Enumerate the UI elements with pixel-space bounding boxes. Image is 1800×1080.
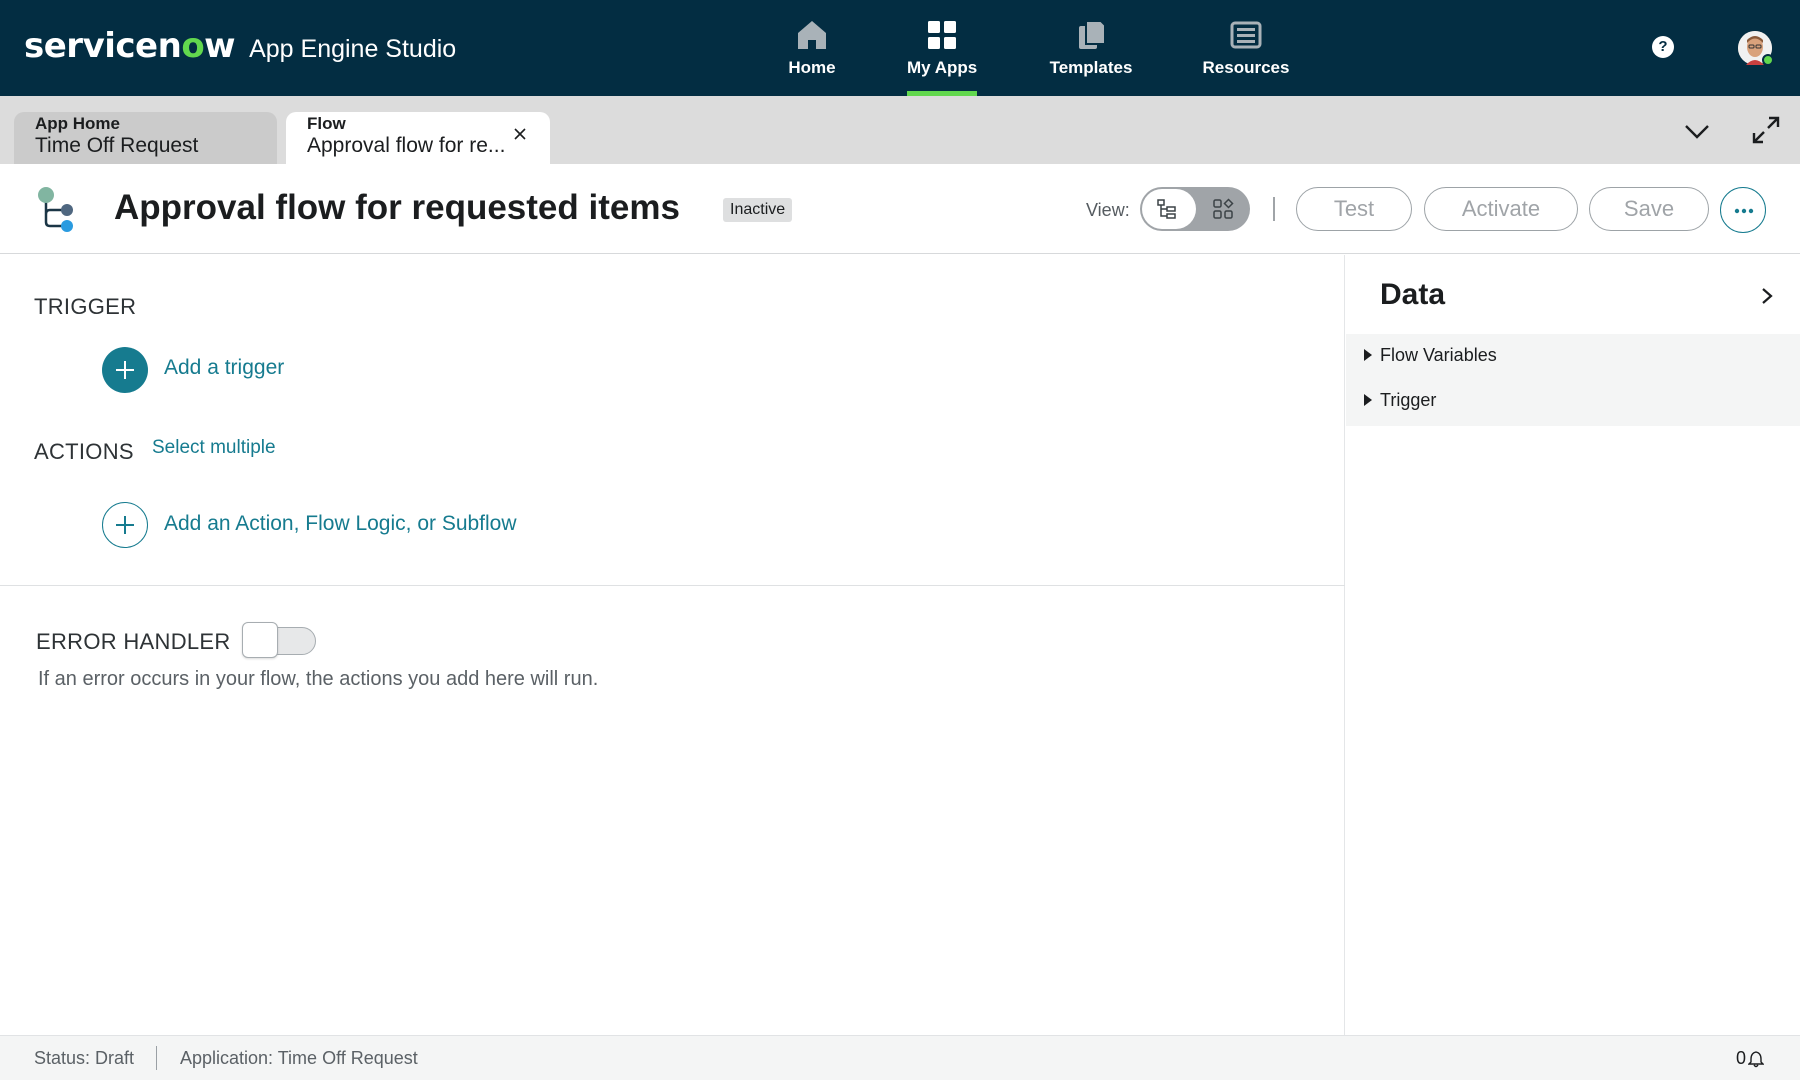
plus-icon bbox=[116, 516, 134, 534]
documents-icon bbox=[1079, 20, 1106, 49]
nav-home[interactable]: Home bbox=[770, 0, 854, 96]
grid-icon bbox=[928, 21, 956, 49]
test-button[interactable]: Test bbox=[1296, 187, 1412, 231]
tree-item-trigger[interactable]: Trigger bbox=[1364, 387, 1436, 413]
tab-flow[interactable]: Flow Approval flow for re... bbox=[286, 112, 550, 164]
caret-right-icon bbox=[1364, 394, 1372, 406]
close-icon[interactable] bbox=[512, 126, 528, 142]
add-action-link[interactable]: Add an Action, Flow Logic, or Subflow bbox=[164, 512, 517, 536]
error-handler-description: If an error occurs in your flow, the act… bbox=[38, 668, 599, 690]
actions-heading: ACTIONS bbox=[34, 439, 134, 464]
error-handler-toggle[interactable] bbox=[242, 622, 316, 658]
diagram-view-icon[interactable] bbox=[1212, 198, 1234, 220]
view-toggle[interactable] bbox=[1140, 187, 1250, 231]
flow-icon bbox=[38, 187, 73, 232]
newspaper-icon bbox=[1230, 21, 1262, 49]
tree-item-flow-variables[interactable]: Flow Variables bbox=[1364, 342, 1497, 368]
trigger-heading: TRIGGER bbox=[34, 294, 137, 319]
data-panel-title: Data bbox=[1380, 278, 1446, 311]
view-label: View: bbox=[1086, 200, 1130, 220]
header-divider bbox=[1273, 197, 1275, 221]
more-options-button[interactable] bbox=[1720, 187, 1766, 233]
more-icon bbox=[1734, 208, 1754, 214]
tab-kind: Flow bbox=[307, 114, 346, 133]
nav-my-apps[interactable]: My Apps bbox=[907, 0, 977, 96]
add-trigger-link[interactable]: Add a trigger bbox=[164, 356, 284, 380]
expand-icon[interactable] bbox=[1750, 114, 1782, 146]
error-handler-heading: ERROR HANDLER bbox=[36, 629, 231, 654]
status-divider bbox=[156, 1046, 157, 1070]
chevron-right-icon[interactable] bbox=[1758, 286, 1776, 306]
home-icon bbox=[798, 21, 826, 49]
status-draft: Status: Draft bbox=[34, 1048, 135, 1068]
tab-kind: App Home bbox=[35, 114, 120, 133]
section-divider bbox=[0, 585, 1345, 586]
tab-app-home[interactable]: App Home Time Off Request bbox=[14, 112, 277, 164]
bell-icon bbox=[1748, 1050, 1765, 1067]
caret-right-icon bbox=[1364, 349, 1372, 361]
page-title: Approval flow for requested items bbox=[114, 188, 680, 227]
brand[interactable]: servicenow App Engine Studio bbox=[24, 26, 456, 70]
save-button[interactable]: Save bbox=[1589, 187, 1709, 231]
tab-title: Approval flow for re... bbox=[307, 134, 506, 157]
toggle-knob bbox=[242, 622, 278, 658]
activate-button[interactable]: Activate bbox=[1424, 187, 1578, 231]
chevron-down-icon[interactable] bbox=[1682, 120, 1712, 142]
plus-icon bbox=[116, 361, 134, 379]
add-trigger-button[interactable] bbox=[102, 347, 148, 393]
notification-count: 0 bbox=[1736, 1048, 1747, 1068]
online-status-icon bbox=[1762, 54, 1774, 66]
nav-resources[interactable]: Resources bbox=[1200, 0, 1292, 96]
status-application: Application: Time Off Request bbox=[180, 1048, 418, 1068]
tab-title: Time Off Request bbox=[35, 134, 199, 157]
add-action-button[interactable] bbox=[102, 502, 148, 548]
help-icon[interactable]: ? bbox=[1652, 36, 1674, 58]
notifications[interactable]: 0 bbox=[1736, 1048, 1765, 1069]
user-avatar[interactable] bbox=[1738, 31, 1774, 66]
tree-view-icon[interactable] bbox=[1156, 198, 1178, 220]
servicenow-logo: servicenow bbox=[24, 26, 236, 66]
select-multiple-link[interactable]: Select multiple bbox=[152, 437, 276, 459]
status-badge: Inactive bbox=[723, 198, 793, 222]
nav-templates[interactable]: Templates bbox=[1040, 0, 1142, 96]
app-name: App Engine Studio bbox=[249, 35, 457, 63]
